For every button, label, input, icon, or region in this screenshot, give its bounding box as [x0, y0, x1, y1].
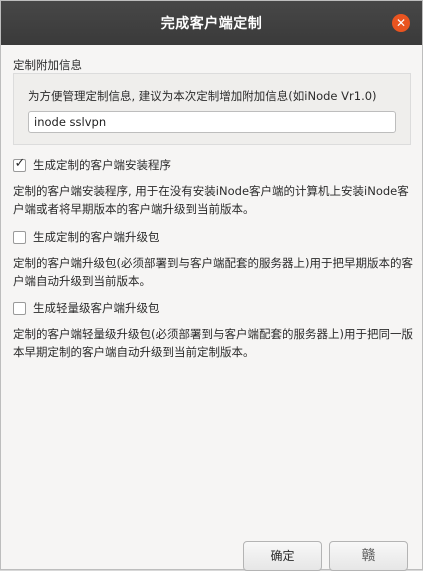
upgrade-checkbox-label: 生成定制的客户端升级包: [33, 230, 160, 244]
installer-checkbox-label: 生成定制的客户端安装程序: [33, 158, 171, 172]
ok-button[interactable]: 确定: [243, 541, 322, 571]
installer-checkbox[interactable]: ✓: [13, 155, 26, 172]
title-bar[interactable]: 完成客户端定制 ✕: [1, 1, 422, 45]
option-installer-row[interactable]: ✓ 生成定制的客户端安装程序: [13, 155, 171, 173]
dialog-title: 完成客户端定制: [160, 16, 263, 32]
close-icon[interactable]: ✕: [392, 14, 410, 32]
dialog-window: 完成客户端定制 ✕ 定制附加信息 为方便管理定制信息, 建议为本次定制增加附加信…: [0, 0, 423, 571]
cancel-button-label: 赣: [361, 548, 376, 564]
checkmark-icon: ✓: [14, 155, 26, 171]
light-upgrade-description: 定制的客户端轻量级升级包(必须部署到与客户端配套的服务器上)用于把同一版本早期定…: [13, 327, 413, 359]
option-upgrade-row[interactable]: 生成定制的客户端升级包: [13, 229, 160, 245]
extra-info-label: 定制附加信息: [13, 58, 82, 72]
extra-info-group: 为方便管理定制信息, 建议为本次定制增加附加信息(如iNode Vr1.0): [13, 73, 411, 145]
upgrade-checkbox[interactable]: [13, 230, 26, 244]
light-upgrade-checkbox-label: 生成轻量级客户端升级包: [33, 301, 160, 315]
upgrade-description: 定制的客户端升级包(必须部署到与客户端配套的服务器上)用于把早期版本的客户端自动…: [13, 256, 413, 288]
installer-description: 定制的客户端安装程序, 用于在没有安装iNode客户端的计算机上安装iNode客…: [13, 184, 409, 216]
extra-info-hint: 为方便管理定制信息, 建议为本次定制增加附加信息(如iNode Vr1.0): [28, 89, 377, 103]
light-upgrade-checkbox[interactable]: [13, 301, 26, 315]
extra-info-input[interactable]: [28, 111, 396, 133]
cancel-button[interactable]: 赣: [329, 541, 408, 571]
dialog-content: 定制附加信息 为方便管理定制信息, 建议为本次定制增加附加信息(如iNode V…: [1, 45, 422, 571]
option-light-upgrade-row[interactable]: 生成轻量级客户端升级包: [13, 300, 160, 316]
